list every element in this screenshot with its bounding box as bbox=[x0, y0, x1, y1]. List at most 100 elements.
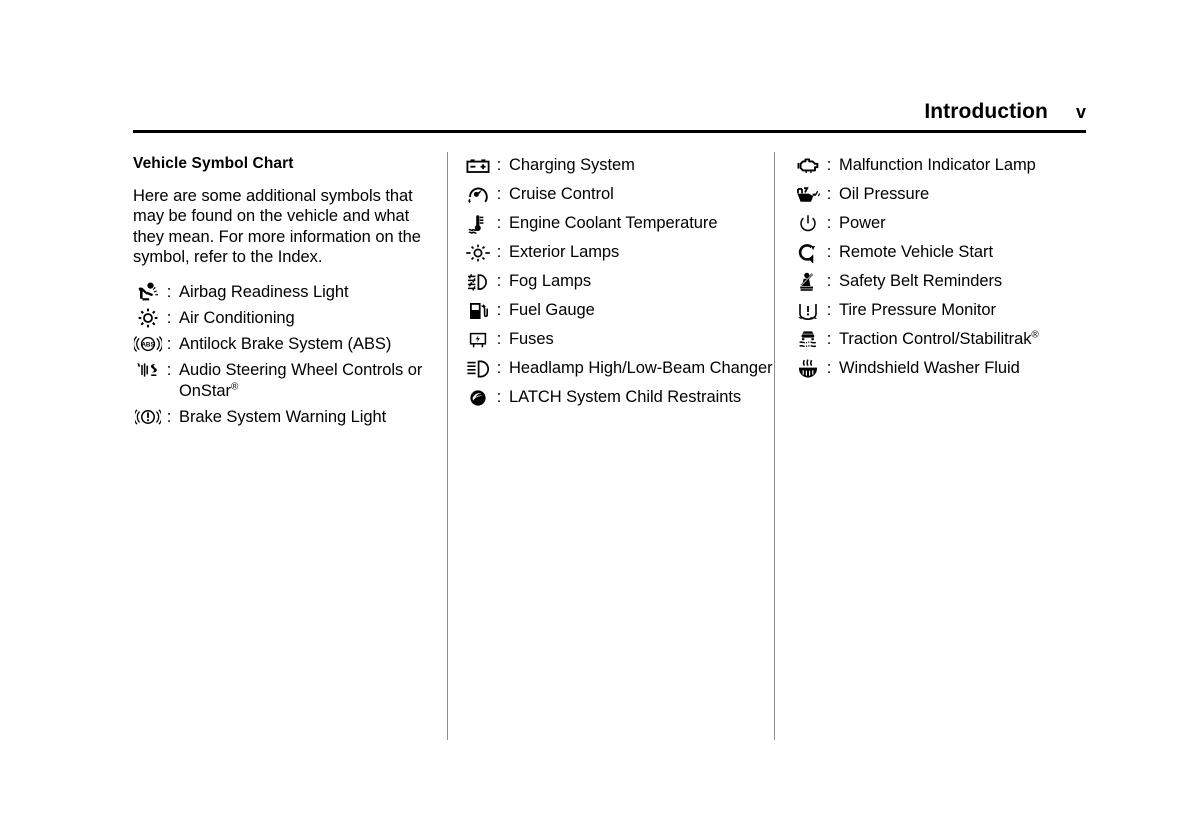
list-item: : Engine Coolant Temperature bbox=[463, 213, 773, 234]
separator: : bbox=[826, 214, 832, 232]
list-item: : Charging System bbox=[463, 155, 773, 176]
separator: : bbox=[826, 185, 832, 203]
list-item-label: Audio Steering Wheel Controls or OnStar® bbox=[179, 360, 423, 400]
fog-lamps-icon bbox=[463, 271, 493, 292]
list-item-label: Power bbox=[839, 214, 886, 232]
intro-paragraph: Here are some additional symbols that ma… bbox=[133, 186, 421, 267]
headlamp-high-low-beam-icon bbox=[463, 358, 493, 379]
separator: : bbox=[166, 334, 172, 353]
section-title: Vehicle Symbol Chart bbox=[133, 155, 294, 172]
remote-vehicle-start-icon bbox=[793, 242, 823, 263]
list-item: : Cruise Control bbox=[463, 184, 773, 205]
list-item: : Air Conditioning bbox=[133, 308, 433, 329]
power-icon bbox=[793, 213, 823, 234]
exterior-lamps-icon bbox=[463, 242, 493, 263]
abs-icon: ABS bbox=[133, 334, 163, 355]
list-item-label: Windshield Washer Fluid bbox=[839, 359, 1020, 377]
list-item-label: Remote Vehicle Start bbox=[839, 243, 993, 261]
fuses-icon bbox=[463, 329, 493, 350]
list-item-label: Fuel Gauge bbox=[509, 301, 595, 319]
separator: : bbox=[826, 301, 832, 319]
left-column: Vehicle Symbol Chart Here are some addit… bbox=[133, 155, 433, 755]
separator: : bbox=[496, 301, 502, 319]
list-item-label: Tire Pressure Monitor bbox=[839, 301, 996, 319]
separator: : bbox=[166, 282, 172, 301]
list-item-label: Malfunction Indicator Lamp bbox=[839, 156, 1036, 174]
list-item: : Fog Lamps bbox=[463, 271, 773, 292]
list-item: : Oil Pressure bbox=[793, 184, 1086, 205]
oil-pressure-icon bbox=[793, 184, 823, 205]
content-columns: Vehicle Symbol Chart Here are some addit… bbox=[133, 152, 1086, 755]
separator: : bbox=[496, 330, 502, 348]
separator: : bbox=[826, 330, 832, 348]
separator: : bbox=[826, 156, 832, 174]
list-item-label: Traction Control/Stabilitrak® bbox=[839, 329, 1039, 348]
list-item: : Tire Pressure Monitor bbox=[793, 300, 1086, 321]
list-item-label: Fog Lamps bbox=[509, 272, 592, 290]
latch-child-restraints-icon bbox=[463, 387, 493, 408]
separator: : bbox=[166, 308, 172, 327]
audio-steering-wheel-controls-icon bbox=[133, 360, 163, 381]
registered-mark: ® bbox=[230, 381, 239, 393]
list-item-label: Antilock Brake System (ABS) bbox=[179, 334, 392, 353]
fuel-gauge-icon bbox=[463, 300, 493, 321]
separator: : bbox=[826, 359, 832, 377]
registered-mark: ® bbox=[1031, 329, 1039, 341]
list-item-label: Brake System Warning Light bbox=[179, 407, 387, 426]
separator: : bbox=[166, 360, 172, 379]
malfunction-indicator-lamp-icon bbox=[793, 155, 823, 176]
separator: : bbox=[496, 388, 502, 406]
manual-page: Introduction v Vehicle Symbol Chart Here… bbox=[0, 0, 1200, 840]
list-item: : Remote Vehicle Start bbox=[793, 242, 1086, 263]
separator: : bbox=[166, 407, 172, 426]
charging-system-icon bbox=[463, 155, 493, 176]
list-item-label: Fuses bbox=[509, 330, 554, 348]
list-item-label: Charging System bbox=[509, 156, 635, 174]
separator: : bbox=[496, 272, 502, 290]
header-rule bbox=[133, 130, 1086, 133]
list-item: : Exterior Lamps bbox=[463, 242, 773, 263]
windshield-washer-fluid-icon bbox=[793, 358, 823, 379]
middle-column: : Charging System : Cruise Control: Eng… bbox=[463, 155, 773, 755]
list-item-label: Cruise Control bbox=[509, 185, 614, 203]
list-item-label: Oil Pressure bbox=[839, 185, 930, 203]
engine-coolant-temperature-icon bbox=[463, 213, 493, 234]
list-item: : Fuel Gauge bbox=[463, 300, 773, 321]
separator: : bbox=[826, 272, 832, 290]
list-item-label: Engine Coolant Temperature bbox=[509, 214, 718, 232]
separator: : bbox=[496, 156, 502, 174]
list-item-label: Air Conditioning bbox=[179, 308, 295, 327]
list-item: : Headlamp High/Low-Beam Changer bbox=[463, 358, 773, 379]
right-symbol-list: : Malfunction Indicator Lamp : Oil Press… bbox=[793, 155, 1086, 379]
tire-pressure-monitor-icon bbox=[793, 300, 823, 321]
list-item: : Brake System Warning Light bbox=[133, 407, 433, 428]
list-item-label: Exterior Lamps bbox=[509, 243, 620, 261]
list-item: : LATCH System Child Restraints bbox=[463, 387, 773, 408]
list-item: : Audio Steering Wheel Controls or OnSta… bbox=[133, 360, 433, 402]
list-item: : Power bbox=[793, 213, 1086, 234]
cruise-control-icon bbox=[463, 184, 493, 205]
airbag-readiness-icon bbox=[133, 282, 163, 303]
middle-symbol-list: : Charging System : Cruise Control: Eng… bbox=[463, 155, 773, 408]
left-symbol-list: : Airbag Readiness Light: Air Condition… bbox=[133, 282, 433, 428]
list-item: : Safety Belt Reminders bbox=[793, 271, 1086, 292]
list-item: : Traction Control/Stabilitrak® bbox=[793, 329, 1086, 350]
separator: : bbox=[496, 214, 502, 232]
separator: : bbox=[496, 185, 502, 203]
safety-belt-reminders-icon bbox=[793, 271, 823, 292]
list-item-label: Safety Belt Reminders bbox=[839, 272, 1003, 290]
column-divider-2 bbox=[774, 152, 775, 740]
page-number: v bbox=[1075, 102, 1086, 122]
traction-control-stabilitrak-icon bbox=[793, 329, 823, 350]
column-divider-1 bbox=[447, 152, 448, 740]
separator: : bbox=[496, 359, 502, 377]
brake-system-warning-icon bbox=[133, 407, 163, 428]
page-header: Introduction v bbox=[133, 100, 1086, 134]
list-item: ABS : Antilock Brake System (ABS) bbox=[133, 334, 433, 355]
list-item: : Malfunction Indicator Lamp bbox=[793, 155, 1086, 176]
separator: : bbox=[826, 243, 832, 261]
separator: : bbox=[496, 243, 502, 261]
list-item: : Airbag Readiness Light bbox=[133, 282, 433, 303]
list-item: : Fuses bbox=[463, 329, 773, 350]
list-item-label: Airbag Readiness Light bbox=[179, 282, 349, 301]
